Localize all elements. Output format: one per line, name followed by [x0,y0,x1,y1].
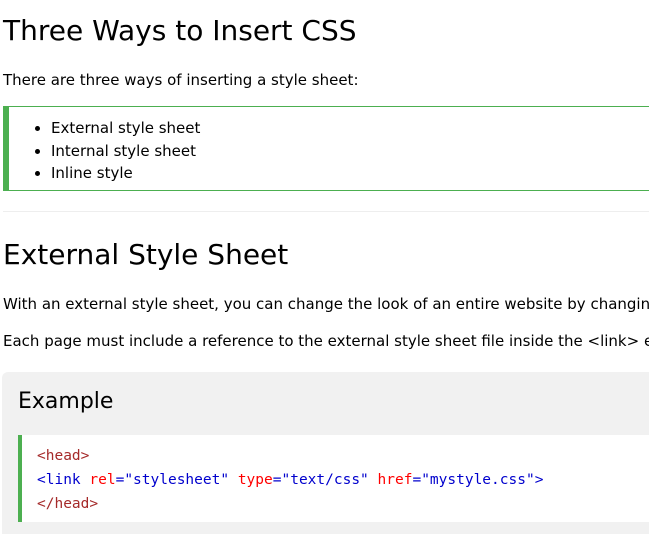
paragraph-external-1: With an external style sheet, you can ch… [3,295,649,313]
code-tag: <head> [37,448,90,464]
list-item: Internal style sheet [33,140,200,163]
code-value: "stylesheet" [124,472,230,488]
bullet-icon [35,171,40,176]
list-item: Inline style [33,162,200,185]
example-container: Example <head> <link rel = "stylesheet" ty… [2,372,649,534]
bullet-icon [35,126,40,131]
code-tag: <link [37,472,90,488]
example-title: Example [18,389,114,414]
section-divider [3,211,649,212]
code-line: <head> [37,444,649,468]
code-tag: </head> [37,496,99,512]
page: Three Ways to Insert CSS There are three… [0,0,649,534]
note-box: External style sheet Internal style shee… [3,106,649,191]
code-block[interactable]: <head> <link rel="stylesheet" type="text… [18,435,649,522]
code-line: <link rel="stylesheet" type="text/css" h… [37,468,649,492]
list-item-label: Inline style [51,164,133,182]
section-heading: External Style Sheet [3,238,289,271]
code-attr: rel [89,472,116,488]
code-value: "text/css" [281,472,369,488]
code-line: </head> [37,492,649,516]
code-value: "mystyle.css" [421,472,535,488]
page-title: Three Ways to Insert CSS [3,14,357,47]
paragraph-external-2: Each page must include a reference to th… [3,332,649,350]
bullet-icon [35,148,40,154]
intro-text: There are three ways of inserting a styl… [3,71,359,89]
code-eq: = [412,472,422,488]
list-item-label: External style sheet [51,119,201,137]
code-attr: type [237,472,273,488]
list-item: External style sheet [33,117,200,140]
code-tag: > [534,472,544,488]
list-item-label: Internal style sheet [51,141,196,160]
ways-list: External style sheet Internal style shee… [33,117,200,185]
code-attr: href [377,472,413,488]
